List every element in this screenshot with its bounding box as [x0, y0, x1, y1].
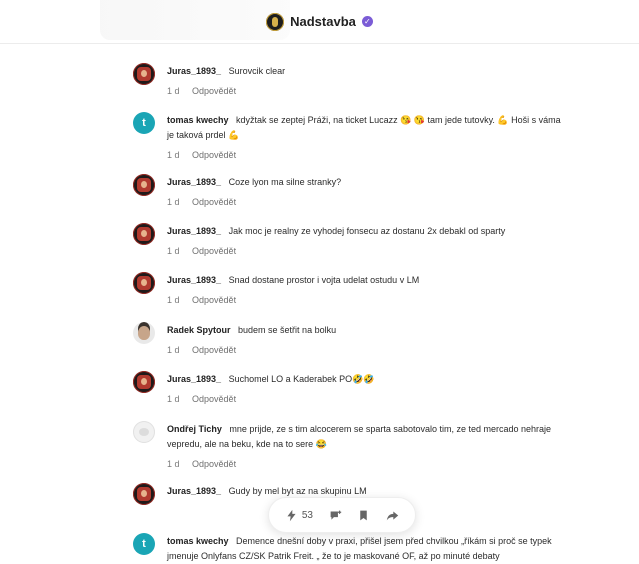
- comment-body: Juras_1893_ Jak moc je realny ze vyhodej…: [167, 223, 563, 239]
- comment: Ondřej Tichy mne prijde, ze s tim alcoce…: [133, 421, 563, 469]
- comment-text: Gudy by mel byt az na skupinu LM: [228, 486, 367, 496]
- comment-meta: 1 d Odpovědět: [167, 295, 563, 305]
- reply-button[interactable]: Odpovědět: [192, 345, 236, 355]
- brand-logo-icon: [266, 12, 285, 31]
- comment-meta: 1 d Odpovědět: [167, 345, 563, 355]
- comment-author[interactable]: Juras_1893_: [167, 275, 221, 285]
- reply-button[interactable]: Odpovědět: [192, 246, 236, 256]
- comment: Juras_1893_ Suchomel LO a Kaderabek PO🤣🤣…: [133, 371, 563, 404]
- comment-author[interactable]: tomas kwechy: [167, 536, 229, 546]
- comment-text: Snad dostane prostor i vojta udelat ostu…: [228, 275, 420, 285]
- comment-author[interactable]: Juras_1893_: [167, 66, 221, 76]
- comment-age: 1 d: [167, 345, 180, 355]
- comment-meta: 1 d Odpovědět: [167, 394, 563, 404]
- post-action-bar: 53: [268, 497, 416, 533]
- comment-meta: 1 d Odpovědět: [167, 246, 563, 256]
- comment-age: 1 d: [167, 86, 180, 96]
- comment-body: Juras_1893_ Suchomel LO a Kaderabek PO🤣🤣: [167, 371, 563, 387]
- avatar[interactable]: t: [133, 112, 155, 134]
- add-comment-button[interactable]: [329, 509, 342, 522]
- comment: Juras_1893_ Surovcik clear 1 d Odpovědět: [133, 63, 563, 96]
- comment-text: Suchomel LO a Kaderabek PO🤣🤣: [228, 374, 375, 384]
- comment-author[interactable]: Juras_1893_: [167, 486, 221, 496]
- comment-age: 1 d: [167, 150, 180, 160]
- comment-author[interactable]: Radek Spytour: [167, 325, 231, 335]
- reply-button[interactable]: Odpovědět: [192, 150, 236, 160]
- comment-age: 1 d: [167, 394, 180, 404]
- brand-title: Nadstavba: [290, 14, 356, 29]
- avatar[interactable]: [133, 272, 155, 294]
- like-button[interactable]: 53: [285, 509, 313, 522]
- comment: Juras_1893_ Jak moc je realny ze vyhodej…: [133, 223, 563, 256]
- comment: Juras_1893_ Snad dostane prostor i vojta…: [133, 272, 563, 305]
- reply-button[interactable]: Odpovědět: [192, 459, 236, 469]
- comment-plus-icon: [330, 510, 341, 520]
- comment-meta: 1 d Odpovědět: [167, 150, 563, 160]
- top-bar: Nadstavba ✓: [0, 0, 639, 44]
- comment: Juras_1893_ Coze lyon ma silne stranky? …: [133, 174, 563, 207]
- reply-button[interactable]: Odpovědět: [192, 86, 236, 96]
- comment-text: mne prijde, ze s tim alcocerem se sparta…: [167, 424, 552, 449]
- avatar[interactable]: [133, 322, 155, 344]
- comment-text: Coze lyon ma silne stranky?: [228, 177, 342, 187]
- avatar[interactable]: [133, 63, 155, 85]
- avatar[interactable]: [133, 421, 155, 443]
- verified-badge-icon: ✓: [361, 16, 373, 27]
- brand[interactable]: Nadstavba ✓: [266, 12, 373, 31]
- comment-body: Ondřej Tichy mne prijde, ze s tim alcoce…: [167, 421, 563, 452]
- avatar[interactable]: [133, 174, 155, 196]
- comment-author[interactable]: Juras_1893_: [167, 177, 221, 187]
- comment: t tomas kwechy Demence dnešní doby v pra…: [133, 533, 563, 564]
- comment: t tomas kwechy kdyžtak se zeptej Práži, …: [133, 112, 563, 160]
- comment-body: Juras_1893_ Surovcik clear: [167, 63, 563, 79]
- comment-body: tomas kwechy kdyžtak se zeptej Práži, na…: [167, 112, 563, 143]
- comment-text: budem se šetřit na bolku: [238, 325, 337, 335]
- reply-button[interactable]: Odpovědět: [192, 197, 236, 207]
- comment-meta: 1 d Odpovědět: [167, 459, 563, 469]
- lightning-icon: [287, 509, 296, 521]
- comment-meta: 1 d Odpovědět: [167, 86, 563, 96]
- comment-body: Radek Spytour budem se šetřit na bolku: [167, 322, 563, 338]
- avatar[interactable]: [133, 371, 155, 393]
- reply-button[interactable]: Odpovědět: [192, 295, 236, 305]
- share-button[interactable]: [386, 509, 399, 522]
- bookmark-button[interactable]: [357, 509, 370, 522]
- comment-author[interactable]: Ondřej Tichy: [167, 424, 222, 434]
- comment-body: tomas kwechy Demence dnešní doby v praxi…: [167, 533, 563, 564]
- share-arrow-icon: [386, 510, 399, 520]
- like-count: 53: [301, 509, 313, 521]
- comment-body: Juras_1893_ Snad dostane prostor i vojta…: [167, 272, 563, 288]
- bookmark-icon: [360, 510, 368, 520]
- comment-author[interactable]: Juras_1893_: [167, 374, 221, 384]
- comment-text: Jak moc je realny ze vyhodej fonsecu az …: [228, 226, 506, 236]
- header-background-shape: [100, 0, 290, 40]
- avatar[interactable]: t: [133, 533, 155, 555]
- comment-author[interactable]: tomas kwechy: [167, 115, 229, 125]
- comment-author[interactable]: Juras_1893_: [167, 226, 221, 236]
- avatar[interactable]: [133, 223, 155, 245]
- comment-meta: 1 d Odpovědět: [167, 197, 563, 207]
- comment-age: 1 d: [167, 459, 180, 469]
- comment-text: Surovcik clear: [228, 66, 286, 76]
- reply-button[interactable]: Odpovědět: [192, 394, 236, 404]
- avatar[interactable]: [133, 483, 155, 505]
- comment: Radek Spytour budem se šetřit na bolku 1…: [133, 322, 563, 355]
- comment-age: 1 d: [167, 295, 180, 305]
- comment-age: 1 d: [167, 197, 180, 207]
- comment-body: Juras_1893_ Coze lyon ma silne stranky?: [167, 174, 563, 190]
- comment-age: 1 d: [167, 246, 180, 256]
